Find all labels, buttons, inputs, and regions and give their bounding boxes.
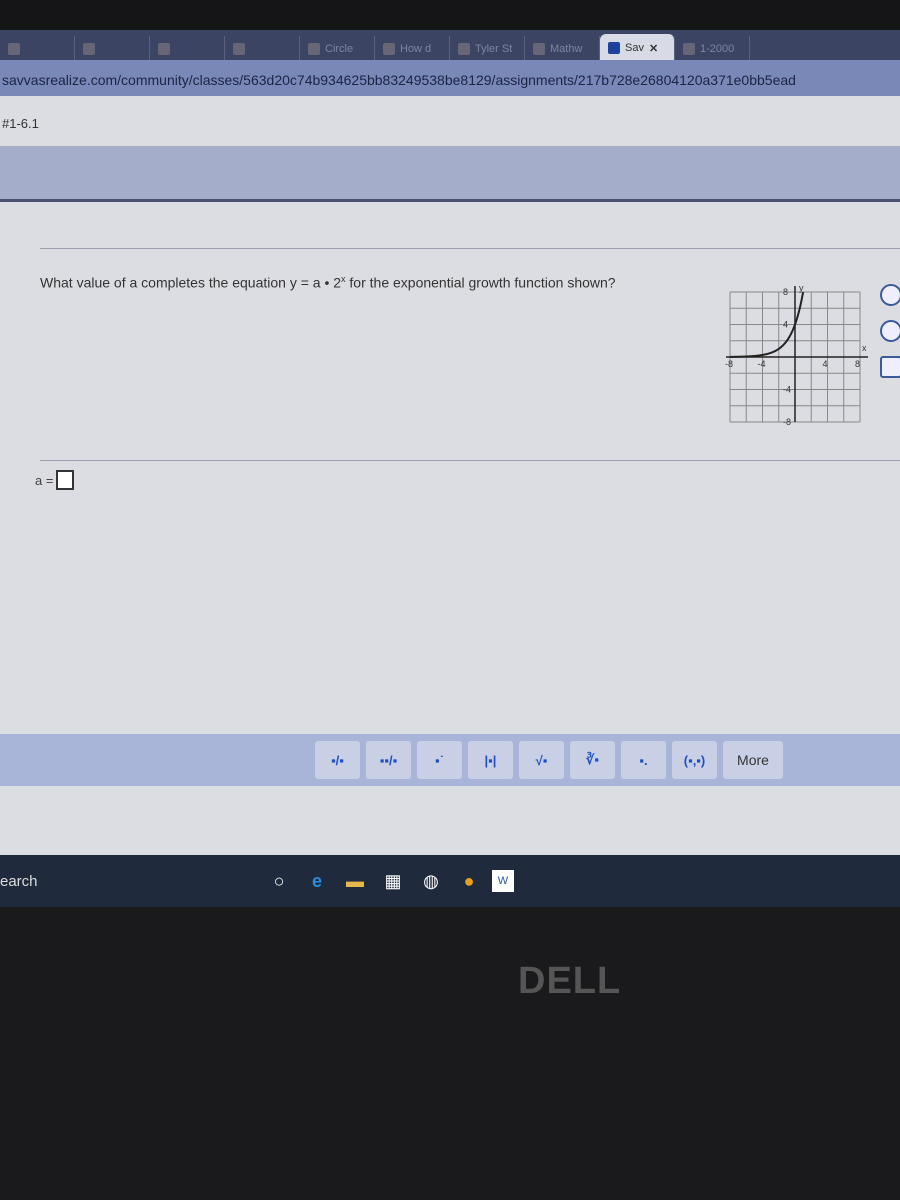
dell-logo: DELL bbox=[518, 960, 622, 1002]
favicon-icon bbox=[383, 43, 395, 55]
tick-label: x bbox=[862, 343, 867, 353]
globe-icon[interactable]: ◍ bbox=[416, 866, 446, 896]
fraction-button[interactable]: ▪/▪ bbox=[315, 741, 360, 779]
zoom-in-icon[interactable] bbox=[880, 284, 900, 306]
browser-tab[interactable] bbox=[0, 36, 75, 62]
tab-label: Mathw bbox=[550, 43, 583, 55]
breadcrumb: #1-6.1 bbox=[2, 116, 39, 131]
tick-label: -8 bbox=[725, 359, 733, 369]
favicon-icon bbox=[458, 43, 470, 55]
edge-icon[interactable]: e bbox=[302, 866, 332, 896]
divider bbox=[40, 248, 900, 249]
tab-label: How d bbox=[400, 43, 432, 55]
question-text: What value of a completes the equation y… bbox=[40, 274, 616, 291]
browser-tab[interactable]: How d bbox=[375, 36, 450, 62]
tick-label: -8 bbox=[783, 417, 791, 427]
browser-tab[interactable] bbox=[150, 36, 225, 62]
screen-top-bezel bbox=[0, 0, 900, 32]
mixed-number-button[interactable]: ▪▪/▪ bbox=[366, 741, 411, 779]
favicon-icon bbox=[83, 43, 95, 55]
browser-tab[interactable]: Circle bbox=[300, 36, 375, 62]
browser-tab-bar: Circle How d Tyler St Mathw Sav ✕ 1-2000 bbox=[0, 30, 900, 62]
favicon-icon bbox=[683, 43, 695, 55]
expand-icon[interactable] bbox=[880, 356, 900, 378]
answer-input[interactable] bbox=[56, 470, 75, 490]
browser-tab[interactable]: Mathw bbox=[525, 36, 600, 62]
assignment-page: #1-6.1 What value of a completes the equ… bbox=[0, 96, 900, 856]
exponential-graph: -8 -4 4 8 8 4 -4 -8 x y bbox=[725, 284, 868, 427]
favicon-icon bbox=[308, 43, 320, 55]
favicon-icon bbox=[233, 43, 245, 55]
browser-tab[interactable]: 1-2000 bbox=[675, 36, 750, 62]
header-band bbox=[0, 146, 900, 202]
answer-label: a = bbox=[35, 472, 54, 488]
file-explorer-icon[interactable]: ▬ bbox=[340, 866, 370, 896]
graph-tools bbox=[880, 284, 900, 392]
tick-label: y bbox=[799, 284, 804, 293]
tick-label: -4 bbox=[758, 359, 766, 369]
store-icon[interactable]: ▦ bbox=[378, 866, 408, 896]
zoom-out-icon[interactable] bbox=[880, 320, 900, 342]
tab-label: Circle bbox=[325, 43, 354, 55]
ordered-pair-button[interactable]: (▪,▪) bbox=[672, 741, 717, 779]
tick-label: 4 bbox=[783, 320, 788, 330]
browser-tab[interactable] bbox=[75, 36, 150, 62]
browser-tab[interactable] bbox=[225, 36, 300, 62]
absolute-value-button[interactable]: |▪| bbox=[468, 741, 513, 779]
square-root-button[interactable]: √▪ bbox=[519, 741, 564, 779]
favicon-icon bbox=[533, 43, 545, 55]
taskbar: earch ○ e ▬ ▦ ◍ ● W bbox=[0, 855, 900, 907]
nth-root-button[interactable]: ∛▪ bbox=[570, 741, 615, 779]
address-bar[interactable]: savvasrealize.com/community/classes/563d… bbox=[0, 60, 900, 96]
favicon-icon bbox=[8, 43, 20, 55]
math-toolbar: ▪/▪ ▪▪/▪ ▪˙ |▪| √▪ ∛▪ ▪. (▪,▪) More bbox=[0, 734, 900, 786]
subscript-button[interactable]: ▪. bbox=[621, 741, 666, 779]
close-tab-icon[interactable]: ✕ bbox=[649, 42, 658, 55]
exponent-button[interactable]: ▪˙ bbox=[417, 741, 462, 779]
tick-label: 8 bbox=[783, 287, 788, 297]
tick-label: 4 bbox=[823, 359, 828, 369]
tick-label: 8 bbox=[855, 359, 860, 369]
more-button[interactable]: More bbox=[723, 741, 783, 779]
favicon-icon bbox=[158, 43, 170, 55]
favicon-icon bbox=[608, 42, 620, 54]
chrome-icon[interactable]: ● bbox=[454, 866, 484, 896]
tick-label: -4 bbox=[783, 385, 791, 395]
tab-label: Tyler St bbox=[475, 43, 513, 55]
divider bbox=[40, 460, 900, 461]
browser-tab[interactable]: Sav ✕ bbox=[600, 34, 675, 62]
word-icon[interactable]: W bbox=[492, 870, 514, 892]
taskbar-search[interactable]: earch bbox=[0, 873, 260, 890]
browser-tab[interactable]: Tyler St bbox=[450, 36, 525, 62]
tab-label: 1-2000 bbox=[700, 43, 735, 55]
tab-label: Sav bbox=[625, 42, 644, 54]
answer-row: a = bbox=[35, 470, 75, 490]
cortana-icon[interactable]: ○ bbox=[264, 866, 294, 896]
